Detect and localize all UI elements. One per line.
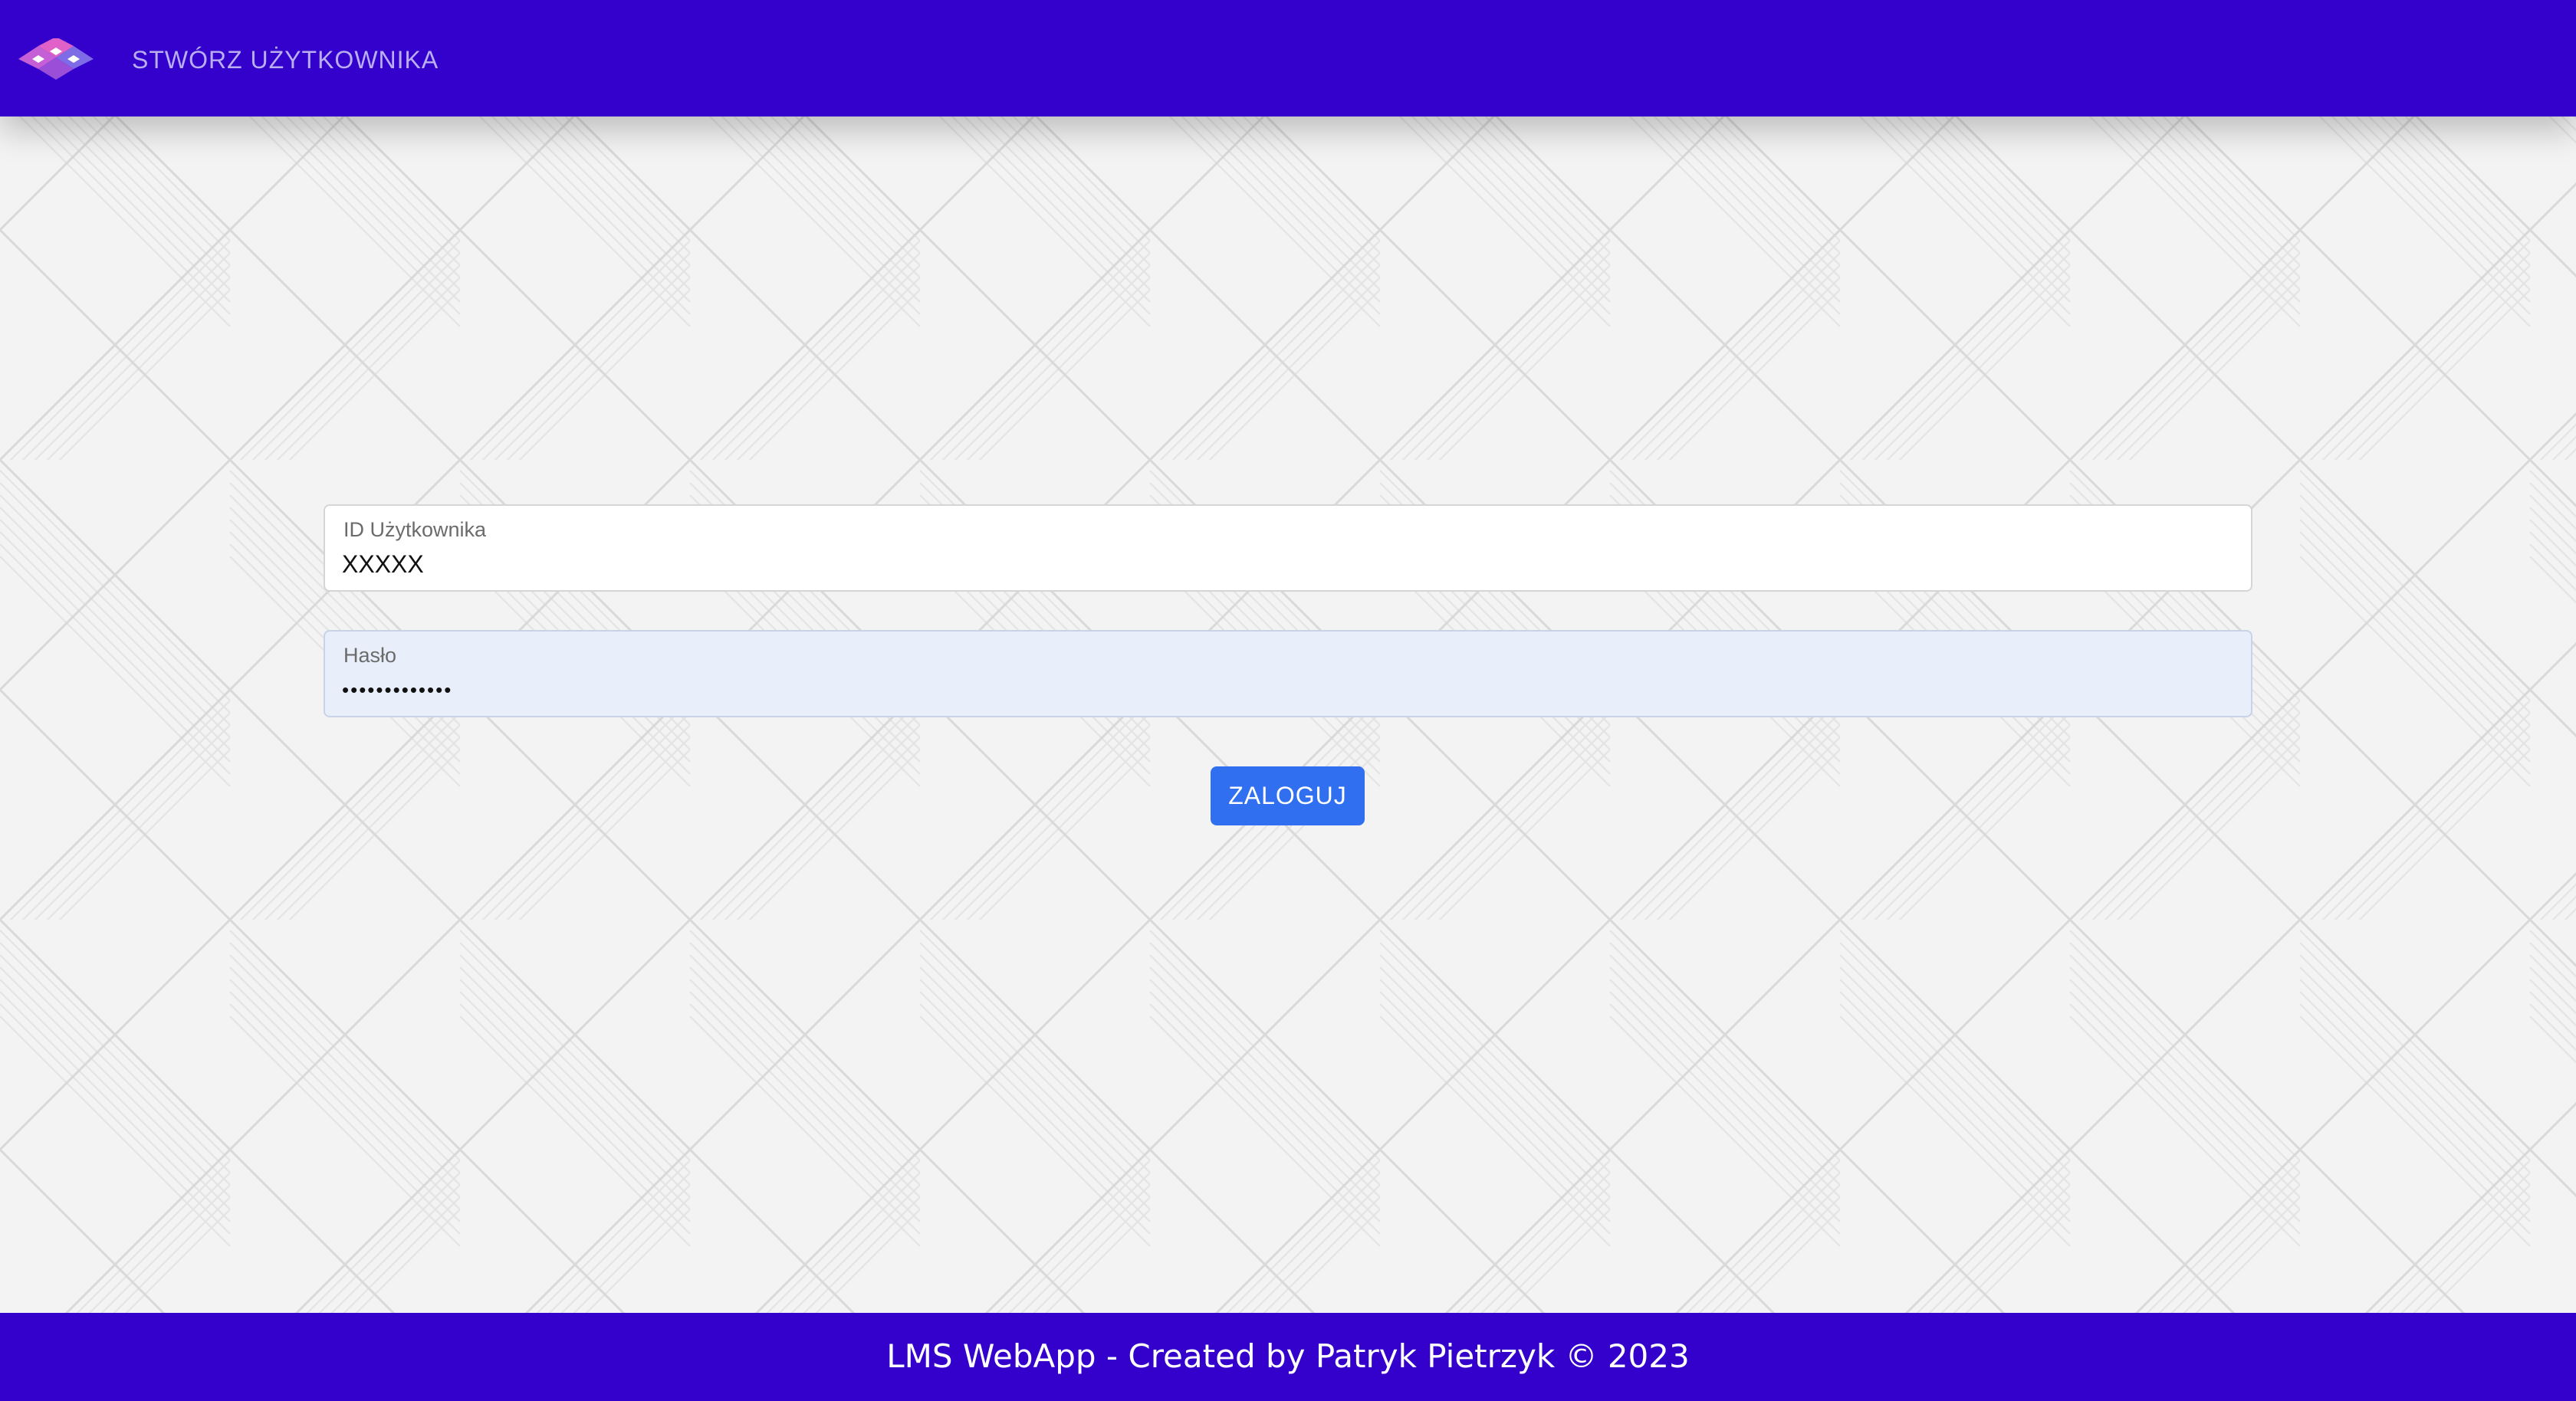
login-button[interactable]: ZALOGUJ [1211, 766, 1365, 825]
brand-logo-icon[interactable] [15, 38, 97, 80]
password-field[interactable]: Hasło [324, 630, 2252, 717]
create-user-nav-link[interactable]: STWÓRZ UŻYTKOWNIKA [132, 43, 439, 77]
footer-credit-text: LMS WebApp - Created by Patryk Pietrzyk … [886, 1337, 1690, 1375]
password-input[interactable] [342, 673, 2228, 707]
user-id-input[interactable] [342, 547, 2228, 581]
user-id-field[interactable]: ID Użytkownika [324, 504, 2252, 592]
user-id-label: ID Użytkownika [343, 518, 487, 541]
password-label: Hasło [343, 644, 397, 667]
top-navbar: STWÓRZ UŻYTKOWNIKA [0, 0, 2576, 116]
footer: LMS WebApp - Created by Patryk Pietrzyk … [0, 1313, 2576, 1401]
